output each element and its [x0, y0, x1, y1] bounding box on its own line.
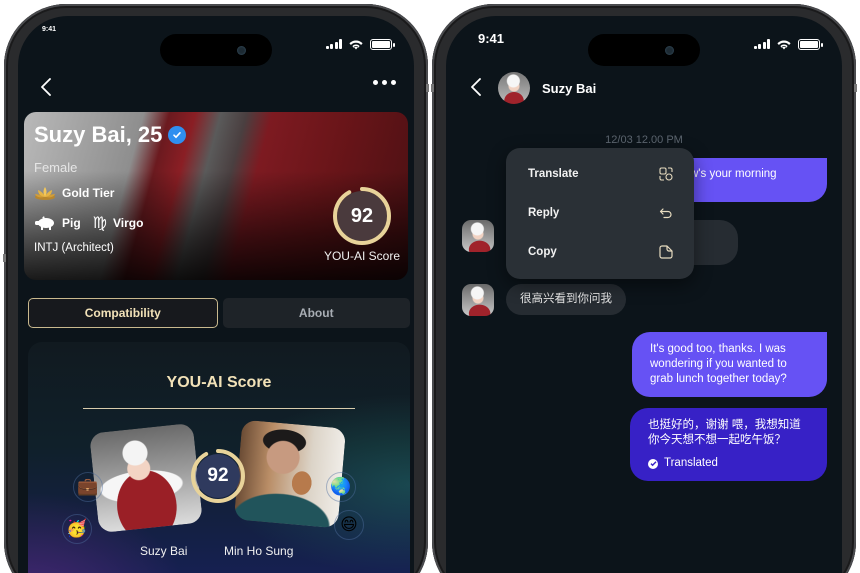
divider — [83, 408, 355, 409]
translate-icon — [659, 167, 673, 181]
status-icons — [753, 38, 823, 50]
profile-screen: 9:41 Suzy Bai, 25 Female Gold Tier Pig ♍… — [18, 16, 414, 573]
profile-score-label: YOU-AI Score — [323, 249, 400, 263]
contact-name: Suzy Bai — [542, 80, 597, 96]
wifi-icon — [349, 40, 363, 50]
suzy-photo[interactable] — [89, 422, 203, 534]
translated-status: Translated — [648, 456, 811, 471]
compatibility-score-ring: 92 — [190, 448, 246, 504]
profile-score-ring: 92 — [332, 186, 392, 246]
battery-icon — [798, 38, 823, 50]
chinese-zodiac-label: Pig — [62, 216, 81, 230]
more-options-button[interactable] — [373, 80, 396, 85]
message-bubble-incoming[interactable]: 很高兴看到你问我 — [506, 284, 626, 315]
status-icons — [325, 38, 395, 50]
status-time: 9:41 — [478, 31, 505, 46]
profile-score-value: 92 — [350, 204, 374, 227]
more-horizontal-icon — [382, 80, 387, 85]
camera-icon — [665, 46, 674, 55]
party-face-icon: 🥳 — [62, 514, 92, 544]
camera-icon — [237, 46, 246, 55]
profile-name: Suzy Bai, 25 — [34, 122, 163, 147]
message-bubble-translated[interactable]: 也挺好的，谢谢 喂，我想知道你今天想不想一起吃午饭？ Translated — [630, 408, 827, 481]
battery-icon — [370, 38, 395, 50]
globe-airplane-icon: 🌏 — [326, 472, 356, 502]
chevron-left-icon — [41, 78, 51, 96]
compatibility-title: YOU-AI Score — [166, 374, 272, 391]
chat-phone-frame: 9:41 Suzy Bai 12/03 12.00 PM w's your mo… — [431, 4, 857, 573]
back-button[interactable] — [470, 78, 482, 96]
translated-label: Translated — [664, 457, 718, 469]
tab-about[interactable]: About — [222, 298, 410, 328]
verified-badge-icon — [168, 126, 187, 144]
menu-item-label: Copy — [528, 246, 557, 258]
laughing-face-icon: 😄 — [334, 510, 364, 540]
profile-name-row: Suzy Bai, 25 — [34, 122, 187, 148]
copy-icon — [659, 245, 673, 259]
menu-item-translate[interactable]: Translate — [528, 164, 674, 184]
mbti-label: INTJ (Architect) — [34, 242, 114, 254]
pig-icon — [35, 216, 54, 230]
signal-icon — [753, 39, 770, 49]
menu-item-reply[interactable]: Reply — [528, 203, 674, 223]
compatibility-card: YOU-AI Score 92 💼 🥳 🌏 😄 Suzy Bai Min Ho … — [28, 342, 410, 573]
sender-avatar[interactable] — [462, 220, 494, 252]
back-button[interactable] — [40, 78, 52, 96]
message-text: 也挺好的，谢谢 喂，我想知道你今天想不想一起吃午饭？ — [648, 419, 801, 446]
person-b-name: Min Ho Sung — [224, 544, 294, 558]
contact-avatar[interactable] — [498, 72, 530, 104]
chat-header[interactable]: Suzy Bai — [498, 72, 596, 104]
profile-tabs: Compatibility About — [28, 298, 410, 328]
chevron-left-icon — [471, 78, 481, 96]
more-horizontal-icon — [373, 80, 378, 85]
gold-lotus-icon — [35, 187, 55, 200]
profile-phone-frame: 9:41 Suzy Bai, 25 Female Gold Tier Pig ♍… — [3, 4, 429, 573]
tab-compatibility[interactable]: Compatibility — [28, 298, 218, 328]
briefcase-icon: 💼 — [73, 472, 103, 502]
compatibility-score-value: 92 — [207, 465, 229, 486]
reply-icon — [659, 208, 672, 219]
status-time: 9:41 — [42, 26, 57, 33]
message-text: It's good too, thanks. I was wondering i… — [650, 343, 787, 385]
message-text: 很高兴看到你问我 — [520, 293, 612, 305]
dynamic-island — [160, 34, 272, 66]
side-button — [854, 84, 857, 92]
tier-label: Gold Tier — [62, 186, 115, 200]
side-button — [3, 254, 6, 262]
message-text: w's your morning — [690, 168, 777, 180]
profile-hero-card: Suzy Bai, 25 Female Gold Tier Pig ♍ Virg… — [24, 112, 408, 280]
side-button — [426, 84, 429, 92]
menu-item-copy[interactable]: Copy — [528, 242, 674, 262]
sender-avatar[interactable] — [462, 284, 494, 316]
message-context-menu: Translate Reply Copy — [506, 148, 694, 279]
star-sign-label: Virgo — [113, 216, 144, 230]
virgo-icon: ♍ — [92, 215, 108, 232]
dynamic-island — [588, 34, 700, 66]
message-bubble-outgoing[interactable]: It's good too, thanks. I was wondering i… — [632, 332, 827, 397]
more-horizontal-icon — [391, 80, 396, 85]
profile-gender: Female — [34, 160, 78, 175]
side-button — [431, 84, 434, 92]
person-a-name: Suzy Bai — [140, 544, 188, 558]
chat-timestamp: 12/03 12.00 PM — [605, 134, 683, 146]
check-circle-icon — [648, 458, 658, 469]
signal-icon — [325, 39, 342, 49]
tier-row: Gold Tier — [34, 186, 114, 200]
minho-photo[interactable] — [233, 419, 347, 529]
zodiac-row: Pig ♍ Virgo — [34, 213, 143, 233]
menu-item-label: Reply — [528, 207, 560, 219]
menu-item-label: Translate — [528, 168, 579, 180]
chat-screen: 9:41 Suzy Bai 12/03 12.00 PM w's your mo… — [446, 16, 842, 573]
wifi-icon — [777, 40, 791, 50]
